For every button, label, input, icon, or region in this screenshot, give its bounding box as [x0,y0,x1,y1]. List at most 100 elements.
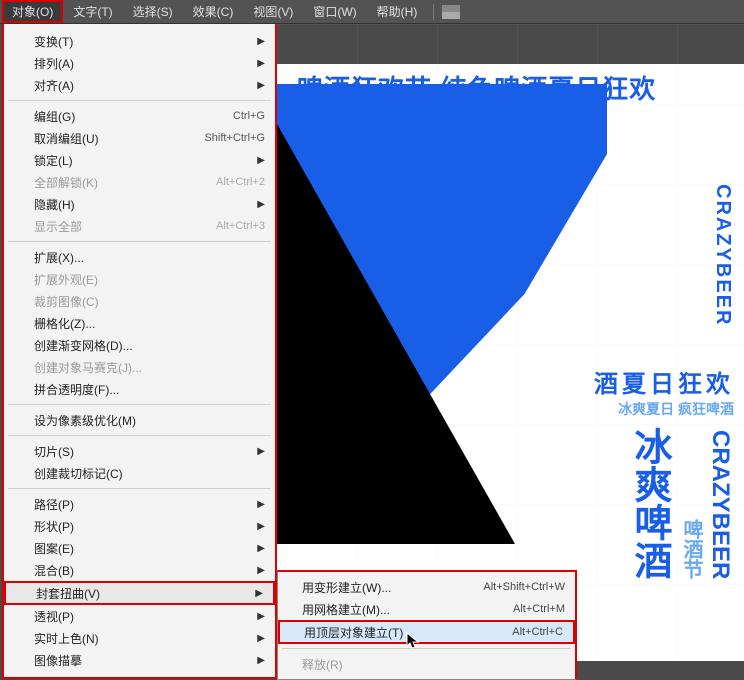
mi-unlock-all: 全部解锁(K) Alt+Ctrl+2 [4,171,275,193]
menu-separator [8,404,271,405]
mouse-cursor-icon [406,632,420,650]
mi-label: 扩展外观(E) [34,271,98,288]
mi-slice[interactable]: 切片(S) ▶ [4,440,275,462]
mi-label: 实时上色(N) [34,630,99,647]
mi-label: 裁剪图像(C) [34,293,99,310]
menu-separator [8,100,271,101]
menu-type[interactable]: 文字(T) [63,0,122,23]
mi-label: 路径(P) [34,496,74,513]
smi-release: 释放(R) [278,653,575,675]
mi-blend[interactable]: 混合(B) ▶ [4,559,275,581]
menu-object[interactable]: 对象(O) [2,0,63,23]
mi-label: 设为像素级优化(M) [34,412,136,429]
mi-transform[interactable]: 变换(T) ▶ [4,30,275,52]
mi-shape[interactable]: 形状(P) ▶ [4,515,275,537]
menu-separator [282,648,571,649]
artwork-headline: 啤酒狂欢节 纯色啤酒夏日狂欢 [297,76,617,102]
mi-live-paint[interactable]: 实时上色(N) ▶ [4,627,275,649]
mi-image-trace[interactable]: 图像描摹▶ [4,649,275,671]
envelope-submenu: 用变形建立(W)... Alt+Shift+Ctrl+W 用网格建立(M)...A… [277,570,577,680]
menubar-separator [433,4,434,20]
smi-label: 用顶层对象建立(T) [304,624,403,641]
mi-show-all: 显示全部 Alt+Ctrl+3 [4,215,275,237]
mi-pattern[interactable]: 图案(E)▶ [4,537,275,559]
menu-view[interactable]: 视图(V) [243,0,303,23]
mi-label: 切片(S) [34,443,74,460]
menu-select[interactable]: 选择(S) [123,0,183,23]
mi-shortcut: Alt+Ctrl+2 [216,176,265,188]
menu-separator [8,435,271,436]
mi-shortcut: Shift+Ctrl+G [204,132,265,144]
mi-label: 创建对象马赛克(J)... [34,359,142,376]
smi-label: 用变形建立(W)... [302,579,391,596]
menu-separator [8,488,271,489]
submenu-arrow-icon: ▶ [257,199,265,210]
submenu-arrow-icon: ▶ [257,446,265,457]
smi-shortcut: Alt+Shift+Ctrl+W [483,581,565,593]
mi-label: 排列(A) [34,55,74,72]
mi-lock[interactable]: 锁定(L)▶ [4,149,275,171]
mi-label: 封套扭曲(V) [36,585,100,602]
smi-shortcut: Alt+Ctrl+C [512,626,563,638]
mi-label: 编组(G) [34,108,75,125]
mi-group[interactable]: 编组(G) Ctrl+G [4,105,275,127]
mi-label: 透视(P) [34,608,74,625]
submenu-arrow-icon: ▶ [257,543,265,554]
menu-separator [8,241,271,242]
smi-label: 释放(R) [302,656,343,673]
mi-path[interactable]: 路径(P) ▶ [4,493,275,515]
mi-flatten-transparency[interactable]: 拼合透明度(F)... [4,378,275,400]
mi-shortcut: Alt+Ctrl+3 [216,220,265,232]
mi-crop-image: 裁剪图像(C) [4,290,275,312]
submenu-arrow-icon: ▶ [257,633,265,644]
mi-expand[interactable]: 扩展(X)... [4,246,275,268]
smi-make-with-mesh[interactable]: 用网格建立(M)...Alt+Ctrl+M [278,598,575,620]
mi-label: 创建渐变网格(D)... [34,337,133,354]
mi-label: 隐藏(H) [34,196,75,213]
submenu-arrow-icon: ▶ [257,58,265,69]
smi-shortcut: Alt+Ctrl+M [513,603,565,615]
submenu-arrow-icon: ▶ [257,521,265,532]
mi-label: 混合(B) [34,562,74,579]
smi-make-with-top-object[interactable]: 用顶层对象建立(T) Alt+Ctrl+C [278,620,575,644]
mi-label: 取消编组(U) [34,130,99,147]
mi-gradient-mesh[interactable]: 创建渐变网格(D)... [4,334,275,356]
mi-perspective[interactable]: 透视(P) ▶ [4,605,275,627]
mi-envelope-distort[interactable]: 封套扭曲(V) ▶ [4,581,275,605]
menu-window[interactable]: 窗口(W) [303,0,366,23]
mi-ungroup[interactable]: 取消编组(U) Shift+Ctrl+G [4,127,275,149]
smi-make-with-warp[interactable]: 用变形建立(W)... Alt+Shift+Ctrl+W [278,576,575,598]
mi-object-mosaic: 创建对象马赛克(J)... [4,356,275,378]
mi-trim-marks[interactable]: 创建裁切标记(C) [4,462,275,484]
mi-hide[interactable]: 隐藏(H) ▶ [4,193,275,215]
mi-label: 创建裁切标记(C) [34,465,123,482]
artwork-subline: 纯生啤酒清爽夏日啤酒节邀您畅饮 COLDBEERFESTIVAL [317,154,482,186]
submenu-arrow-icon: ▶ [257,36,265,47]
mi-rasterize[interactable]: 栅格化(Z)... [4,312,275,334]
mi-label: 扩展(X)... [34,249,84,266]
canvas-area[interactable]: 啤酒狂欢节 纯色啤酒夏日狂欢 疯凉狂 BEER ARTMANSDESIGN 纯生… [277,24,744,661]
view-mode-icon[interactable] [442,5,460,19]
mi-expand-appearance: 扩展外观(E) [4,268,275,290]
mi-pixel-perfect[interactable]: 设为像素级优化(M) [4,409,275,431]
mi-label: 锁定(L) [34,152,73,169]
submenu-arrow-icon: ▶ [255,588,263,599]
mi-align[interactable]: 对齐(A)▶ [4,74,275,96]
mi-label: 对齐(A) [34,77,74,94]
mi-shortcut: Ctrl+G [233,110,265,122]
mi-arrange[interactable]: 排列(A) ▶ [4,52,275,74]
mi-label: 显示全部 [34,218,82,235]
mi-label: 变换(T) [34,33,73,50]
mi-label: 栅格化(Z)... [34,315,95,332]
mi-label: 图像描摹 [34,652,82,669]
object-menu-dropdown: 变换(T)▶ 排列(A)▶ 对齐(A)▶ 编组(G)Ctrl+G 取消编组(U)… [2,24,277,679]
menu-help[interactable]: 帮助(H) [367,0,428,23]
submenu-arrow-icon: ▶ [257,611,265,622]
mi-label: 全部解锁(K) [34,174,98,191]
artwork-crazy-vertical: CRAZYBEER [711,184,734,326]
mi-label: 形状(P) [34,518,74,535]
menu-effect[interactable]: 效果(C) [183,0,244,23]
artwork-right-block: 酒夏日狂欢 冰爽夏日 疯狂啤酒 冰爽啤酒啤酒节CRAZYBEER [584,364,734,584]
submenu-arrow-icon: ▶ [257,565,265,576]
submenu-arrow-icon: ▶ [257,499,265,510]
